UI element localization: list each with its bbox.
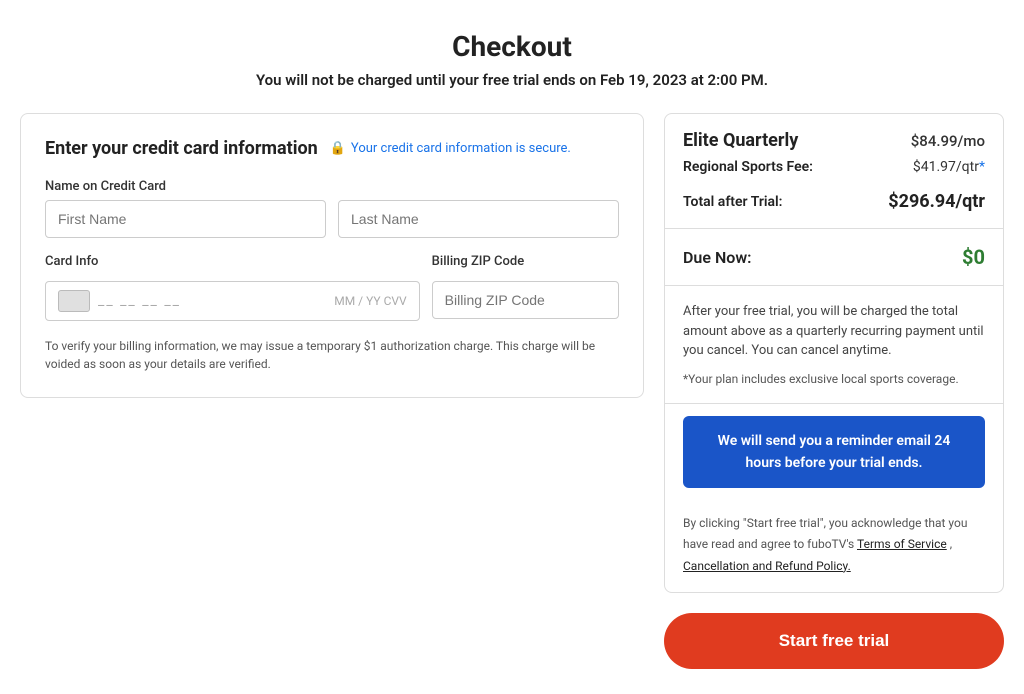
terms-of-service-link[interactable]: Terms of Service — [857, 537, 947, 551]
start-trial-button[interactable]: Start free trial — [664, 613, 1004, 669]
order-summary: Elite Quarterly $84.99/mo Regional Sport… — [664, 113, 1004, 669]
info-text: After your free trial, you will be charg… — [683, 302, 985, 361]
secure-badge: 🔒 Your credit card information is secure… — [330, 141, 571, 156]
first-name-input[interactable] — [45, 200, 326, 238]
secure-label: Your credit card information is secure. — [351, 141, 571, 156]
reminder-box: We will send you a reminder email 24 hou… — [683, 416, 985, 488]
card-number-placeholder: __ __ __ __ — [98, 293, 326, 309]
summary-box: Elite Quarterly $84.99/mo Regional Sport… — [664, 113, 1004, 593]
plan-price: $84.99/mo — [911, 132, 985, 150]
page-title: Checkout — [20, 30, 1004, 63]
billing-note: To verify your billing information, we m… — [45, 337, 619, 373]
reminder-text: We will send you a reminder email 24 hou… — [718, 433, 951, 471]
zip-section — [432, 281, 619, 319]
summary-top: Elite Quarterly $84.99/mo Regional Sport… — [665, 114, 1003, 229]
card-info-label: Card Info — [45, 254, 420, 269]
cancellation-policy-link[interactable]: Cancellation and Refund Policy. — [683, 559, 851, 573]
lock-icon: 🔒 — [330, 141, 346, 156]
due-value: $0 — [962, 245, 985, 269]
last-name-input[interactable] — [338, 200, 619, 238]
due-section: Due Now: $0 — [665, 229, 1003, 286]
regional-fee-value: $41.97/qtr* — [913, 159, 985, 175]
terms-text: By clicking "Start free trial", you ackn… — [683, 516, 967, 572]
name-label: Name on Credit Card — [45, 179, 619, 194]
total-label: Total after Trial: — [683, 194, 782, 210]
credit-card-form: Enter your credit card information 🔒 You… — [20, 113, 644, 398]
card-expiry-cvv-placeholder: MM / YY CVV — [334, 294, 406, 308]
terms-section: By clicking "Start free trial", you ackn… — [665, 500, 1003, 592]
local-sports-note: *Your plan includes exclusive local spor… — [683, 371, 985, 388]
cc-form-title: Enter your credit card information — [45, 138, 318, 159]
plan-name: Elite Quarterly — [683, 130, 798, 151]
billing-zip-label: Billing ZIP Code — [432, 254, 619, 275]
page-subtitle: You will not be charged until your free … — [20, 71, 1004, 89]
regional-fee-label: Regional Sports Fee: — [683, 159, 813, 175]
terms-separator: , — [950, 537, 952, 551]
billing-zip-input[interactable] — [432, 281, 619, 319]
card-chip-icon — [58, 290, 90, 312]
card-info-section: __ __ __ __ MM / YY CVV — [45, 281, 420, 321]
due-label: Due Now: — [683, 248, 751, 267]
info-section: After your free trial, you will be charg… — [665, 286, 1003, 404]
card-input-wrapper[interactable]: __ __ __ __ MM / YY CVV — [45, 281, 420, 321]
total-value: $296.94/qtr — [888, 191, 985, 212]
